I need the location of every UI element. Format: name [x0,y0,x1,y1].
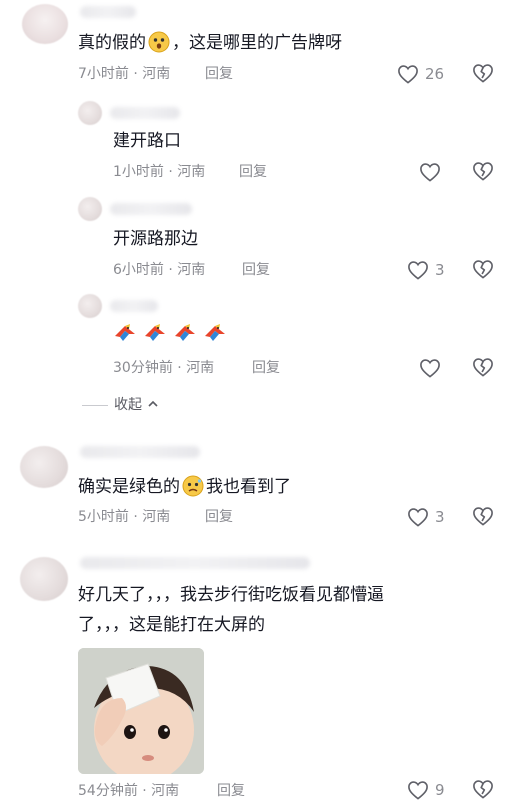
username[interactable] [110,300,158,312]
comment-meta: 5小时前 · 河南 [78,509,171,525]
avatar[interactable] [78,197,102,221]
reply-button[interactable]: 回复 [217,782,245,800]
like-count: 26 [425,65,445,83]
bird-sticker-icon [115,324,135,341]
reply-button[interactable]: 回复 [252,359,280,377]
username[interactable] [80,6,136,18]
broken-heart-icon [473,260,493,279]
reply-text: 建开路口 [113,131,181,151]
worried-face-emoji-icon [182,475,204,497]
like-button[interactable]: 3 [407,259,445,281]
comment-meta: 54分钟前 · 河南 [78,783,180,799]
reply-meta: 1小时前 · 河南 [113,164,206,180]
like-button[interactable]: 3 [407,506,445,528]
heart-outline-icon [408,508,428,527]
username[interactable] [110,107,180,119]
heart-outline-icon [408,261,428,280]
baby-photo [78,648,204,774]
like-count: 3 [435,508,445,526]
avatar[interactable] [20,446,68,488]
comment-text: 了，，，这是能打在大屏的 [78,615,265,635]
reply-button[interactable]: 回复 [242,261,270,279]
reply-meta: 6小时前 · 河南 [113,262,206,278]
broken-heart-icon [473,780,493,799]
bird-sticker-icon [175,324,195,341]
username[interactable] [80,557,310,569]
dislike-button[interactable] [472,63,494,85]
shocked-face-emoji-icon [148,31,170,53]
username[interactable] [110,203,192,215]
dislike-button[interactable] [472,506,494,528]
like-button[interactable]: 9 [407,779,445,801]
broken-heart-icon [473,64,493,83]
comment-image[interactable] [78,648,204,774]
dislike-button[interactable] [472,357,494,379]
like-button[interactable] [419,161,447,183]
like-count: 9 [435,781,445,799]
username[interactable] [80,446,200,458]
bird-sticker-icon [205,324,225,341]
broken-heart-icon [473,358,493,377]
comment-text: 确实是绿色的 我也看到了 [78,475,291,497]
reply-text: 开源路那边 [113,229,198,249]
heart-outline-icon [408,781,428,800]
dislike-button[interactable] [472,161,494,183]
like-count: 3 [435,261,445,279]
like-button[interactable]: 26 [397,63,444,85]
avatar[interactable] [78,294,102,318]
dislike-button[interactable] [472,259,494,281]
heart-outline-icon [420,359,440,378]
broken-heart-icon [473,162,493,181]
chevron-up-icon [148,400,159,407]
reply-button[interactable]: 回复 [205,65,233,83]
avatar[interactable] [20,557,68,601]
heart-outline-icon [420,163,440,182]
comment-text: 真的假的 ，这是哪里的广告牌呀 [78,31,342,53]
reply-button[interactable]: 回复 [239,163,267,181]
reply-button[interactable]: 回复 [205,508,233,526]
broken-heart-icon [473,507,493,526]
dislike-button[interactable] [472,779,494,801]
avatar[interactable] [22,4,68,44]
collapse-replies-button[interactable]: 收起 [82,394,159,414]
like-button[interactable] [419,357,447,379]
reply-sticker-row [113,322,227,344]
reply-meta: 30分钟前 · 河南 [113,360,215,376]
divider [82,404,108,406]
comment-text: 好几天了，，，我去步行街吃饭看见都懵逼 [78,585,384,605]
avatar[interactable] [78,101,102,125]
comment-meta: 7小时前 · 河南 [78,66,171,82]
heart-outline-icon [398,65,418,84]
bird-sticker-icon [145,324,165,341]
